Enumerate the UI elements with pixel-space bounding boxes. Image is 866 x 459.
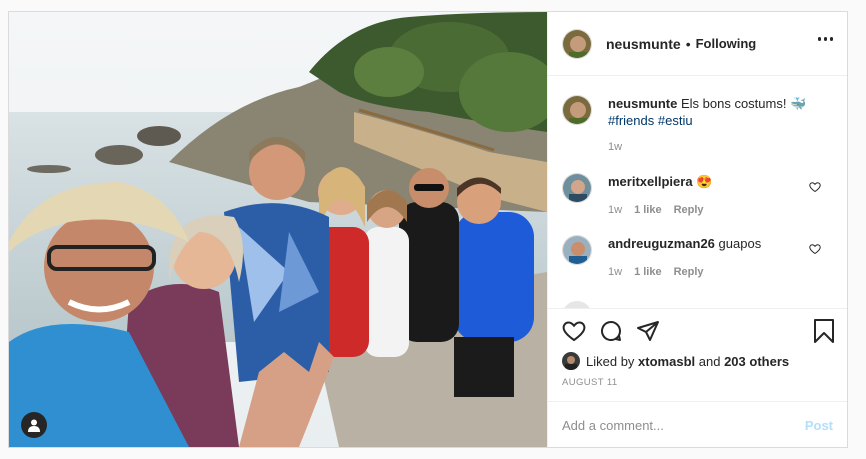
group-selfie-image [9, 12, 547, 447]
post-photo[interactable] [9, 12, 547, 447]
comment-likes[interactable]: 1 like [634, 202, 662, 219]
add-comment-bar: Add a comment... Post [548, 401, 847, 447]
post-button[interactable]: Post [805, 418, 833, 433]
avatar [562, 301, 592, 308]
following-button[interactable]: Following [696, 36, 757, 51]
liked-by-user[interactable]: xtomasbl [638, 354, 695, 369]
reply-button[interactable]: Reply [674, 202, 704, 219]
separator-dot: • [685, 35, 691, 52]
post-date[interactable]: AUGUST 11 [562, 377, 618, 388]
comment-heart-icon[interactable] [809, 243, 821, 255]
paper-plane-icon[interactable] [636, 319, 660, 343]
hashtag-friends[interactable]: #friends [608, 113, 654, 128]
avatar[interactable] [562, 173, 592, 203]
likes-and: and [698, 353, 721, 369]
comment-username[interactable]: meritxellpiera [608, 174, 693, 189]
comment-likes[interactable]: 1 like [634, 264, 662, 281]
comment-username[interactable]: andreuguzman26 [608, 236, 715, 251]
caption-time[interactable]: 1w [608, 139, 622, 156]
avatar[interactable] [562, 235, 592, 265]
reply-button[interactable]: Reply [674, 264, 704, 281]
post-sidebar: neusmunte • Following neusmunte Els bons… [547, 12, 847, 447]
liked-by-label: Liked by [586, 353, 635, 369]
comment-heart-icon[interactable] [809, 181, 821, 193]
comment-text: guapos [718, 236, 762, 251]
likes-summary: Liked by xtomasbl and 203 others [562, 352, 789, 370]
likes-others[interactable]: 203 others [724, 354, 789, 369]
comment-icon[interactable] [599, 319, 623, 343]
avatar[interactable] [562, 95, 592, 125]
caption-username[interactable]: neusmunte [608, 96, 677, 111]
list-item: andreuguzman26 guapos 1w 1 like Reply [562, 235, 833, 281]
more-options-icon[interactable] [817, 37, 833, 41]
post-username[interactable]: neusmunte [606, 36, 681, 52]
avatar[interactable] [562, 28, 592, 59]
bookmark-icon[interactable] [813, 319, 835, 343]
hashtag-estiu[interactable]: #estiu [658, 113, 693, 128]
comment-input[interactable]: Add a comment... [562, 418, 805, 433]
post-card: neusmunte • Following neusmunte Els bons… [8, 11, 848, 448]
comment-time[interactable]: 1w [608, 264, 622, 281]
comment-text: 😍 [696, 174, 713, 189]
user-tag-icon[interactable] [21, 412, 47, 438]
caption: neusmunte Els bons costums! 🐳 #friends #… [562, 95, 833, 156]
list-item: meritxellpiera 😍 1w 1 like Reply [562, 173, 833, 219]
post-header: neusmunte • Following [548, 12, 847, 76]
comments-list[interactable]: neusmunte Els bons costums! 🐳 #friends #… [548, 76, 847, 308]
comment-time[interactable]: 1w [608, 202, 622, 219]
post-actions: Liked by xtomasbl and 203 others AUGUST … [548, 308, 847, 401]
caption-text: Els bons costums! 🐳 [680, 96, 807, 111]
heart-icon[interactable] [562, 319, 586, 343]
avatar[interactable] [562, 352, 580, 370]
